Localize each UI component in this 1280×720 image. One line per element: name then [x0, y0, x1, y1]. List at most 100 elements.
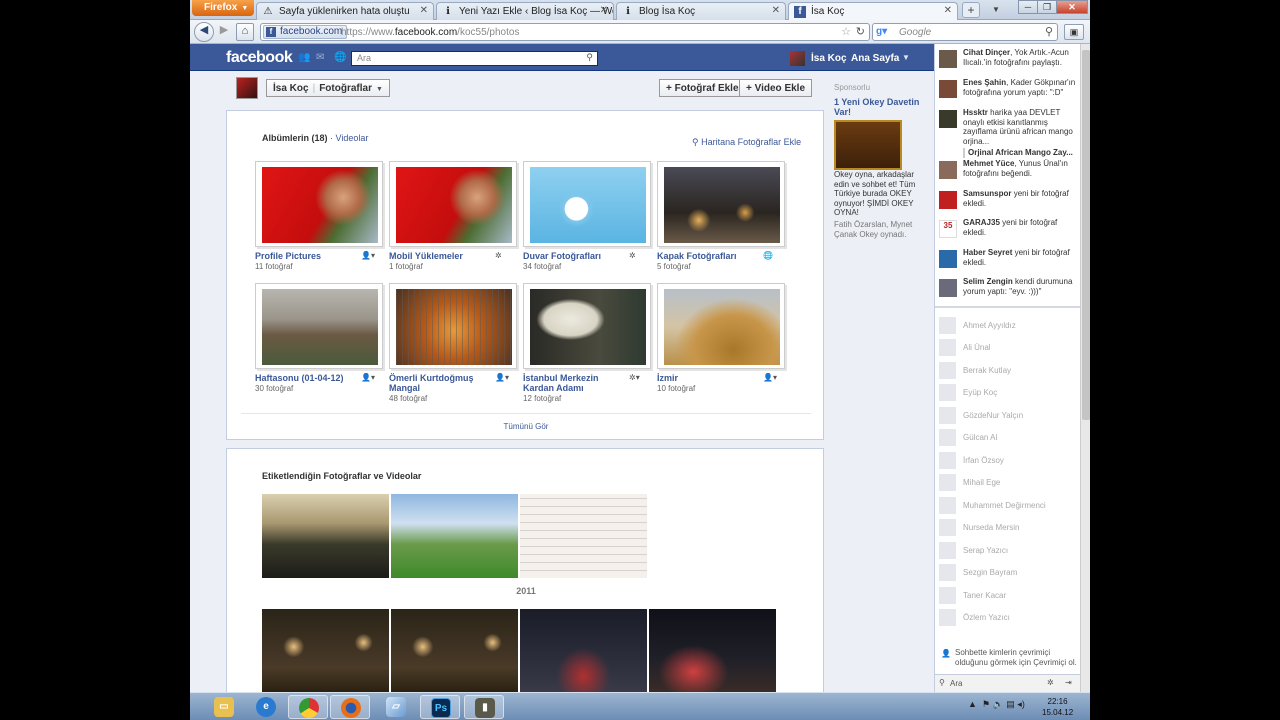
- network-icon[interactable]: ▤: [1006, 699, 1015, 709]
- chat-friend[interactable]: Serap Yazıcı: [935, 541, 1081, 561]
- album-title[interactable]: İzmir: [657, 373, 757, 383]
- section-selector[interactable]: İsa Koç | Fotoğraflar ▼: [266, 79, 390, 97]
- close-icon[interactable]: ✕: [772, 5, 780, 16]
- ticker-item[interactable]: Mehmet Yüce, Yunus Ünal'ın fotoğrafını b…: [935, 159, 1081, 179]
- ie-taskbar-button[interactable]: e: [246, 695, 286, 719]
- reload-icon[interactable]: ↻: [856, 25, 865, 38]
- ticker-item[interactable]: Samsunspor yeni bir fotoğraf ekledi.: [935, 189, 1081, 209]
- friend-requests-icon[interactable]: 👥: [298, 53, 310, 63]
- album-title[interactable]: İstanbul Merkezin Kardan Adamı: [523, 373, 623, 393]
- album-izmir[interactable]: İzmir 10 fotoğraf 👤▾: [657, 283, 785, 407]
- add-video-button[interactable]: + Video Ekle: [739, 79, 813, 97]
- map-photos-link[interactable]: ⚲ Haritana Fotoğraflar Ekle: [692, 137, 801, 148]
- new-tab-button[interactable]: +: [962, 2, 980, 18]
- gear-icon[interactable]: ✲▾: [629, 373, 640, 382]
- url-text[interactable]: https://www.facebook.com/koc55/photos: [341, 27, 519, 38]
- messages-icon[interactable]: ✉: [316, 53, 327, 63]
- addon-button[interactable]: ▣: [1064, 24, 1084, 40]
- ad-image[interactable]: [834, 120, 902, 170]
- app-taskbar-button[interactable]: ▱: [376, 695, 416, 719]
- album-cover[interactable]: [389, 161, 517, 247]
- friends-icon[interactable]: 👤▾: [495, 373, 509, 382]
- ad-title[interactable]: 1 Yeni Okey Davetin Var!: [834, 97, 924, 117]
- facebook-search-input[interactable]: Ara ⚲: [351, 51, 598, 66]
- ticker-item[interactable]: Cihat Dinçer, Yok Artık.-Acun Ilıcalı.'i…: [935, 48, 1081, 68]
- url-bar[interactable]: f facebook.com https://www.facebook.com/k…: [260, 23, 870, 41]
- album-snowman[interactable]: İstanbul Merkezin Kardan Adamı 12 fotoğr…: [523, 283, 651, 407]
- popout-icon[interactable]: ⇥: [1065, 678, 1072, 687]
- album-title[interactable]: Mobil Yüklemeler: [389, 251, 489, 261]
- volume-icon[interactable]: 🔈: [993, 699, 1004, 709]
- google-icon[interactable]: g▾: [876, 26, 890, 38]
- chat-friend[interactable]: Nurseda Mersin: [935, 518, 1081, 538]
- explorer-taskbar-button[interactable]: ▭: [204, 695, 244, 719]
- account-menu-icon[interactable]: ▼: [902, 53, 910, 62]
- chrome-taskbar-button[interactable]: [288, 695, 328, 719]
- tagged-photo[interactable]: [262, 609, 389, 692]
- ticker-item[interactable]: Selim Zengin kendi durumuna yorum yaptı:…: [935, 277, 1081, 297]
- album-cover[interactable]: [255, 161, 383, 247]
- album-cover[interactable]: [657, 161, 785, 247]
- videos-link[interactable]: · Videolar: [330, 133, 368, 143]
- chat-friend[interactable]: Mihail Ege: [935, 473, 1081, 493]
- facebook-logo[interactable]: facebook: [226, 49, 293, 67]
- album-weekend[interactable]: Haftasonu (01-04-12) 30 fotoğraf 👤▾: [255, 283, 383, 407]
- chat-friend[interactable]: Eyüp Koç: [935, 383, 1081, 403]
- add-photo-button[interactable]: + Fotoğraf Ekle: [659, 79, 746, 97]
- avatar[interactable]: [236, 77, 258, 99]
- speaker-icon[interactable]: ◂): [1017, 699, 1025, 709]
- search-icon[interactable]: ⚲: [586, 52, 593, 63]
- tab-list-button[interactable]: ▼: [990, 2, 1002, 18]
- album-cover[interactable]: [657, 283, 785, 369]
- chat-friend[interactable]: İrfan Özsoy: [935, 451, 1081, 471]
- ticker-attachment[interactable]: Orjinal African Mango Zay...: [963, 148, 1081, 158]
- home-button[interactable]: ⌂: [236, 23, 254, 41]
- forward-button[interactable]: ▶: [215, 23, 233, 41]
- chat-search-input[interactable]: Ara: [950, 679, 962, 688]
- tagged-photo[interactable]: [262, 494, 389, 578]
- tab-error[interactable]: ⚠ Sayfa yüklenirken hata oluştu ✕: [256, 2, 434, 20]
- gear-icon[interactable]: ✲: [495, 251, 502, 260]
- album-title[interactable]: Kapak Fotoğrafları: [657, 251, 757, 261]
- system-tray[interactable]: ▲ ⚑ 🔈 ▤ ◂): [968, 699, 1025, 710]
- ticker-item[interactable]: Enes Şahin, Kader Gökpınar'ın fotoğrafın…: [935, 78, 1081, 98]
- tab-blog[interactable]: ℹ Blog İsa Koç ✕: [616, 2, 786, 20]
- chat-friend[interactable]: Muhammet Değirmenci: [935, 496, 1081, 516]
- minimize-button[interactable]: ─: [1018, 0, 1038, 14]
- search-input[interactable]: g▾ Google ⚲: [872, 23, 1058, 41]
- camera-taskbar-button[interactable]: ▮: [464, 695, 504, 719]
- album-cover[interactable]: [255, 283, 383, 369]
- ticker-item[interactable]: 35 GARAJ35 yeni bir fotoğraf ekledi.: [935, 218, 1081, 238]
- star-icon[interactable]: ☆: [841, 25, 851, 38]
- album-cover[interactable]: [389, 283, 517, 369]
- firefox-menu-button[interactable]: Firefox ▼: [192, 0, 254, 16]
- maximize-button[interactable]: ❐: [1037, 0, 1057, 14]
- flag-icon[interactable]: ⚑: [982, 699, 990, 709]
- album-mobile-uploads[interactable]: Mobil Yüklemeler 1 fotoğraf ✲: [389, 161, 517, 285]
- chat-friend[interactable]: Ahmet Ayyıldız: [935, 316, 1081, 336]
- chat-friend[interactable]: Berrak Kutlay: [935, 361, 1081, 381]
- chat-friend[interactable]: Taner Kacar: [935, 586, 1081, 606]
- tab-wordpress[interactable]: ℹ Yeni Yazı Ekle ‹ Blog İsa Koç — Word..…: [436, 2, 614, 20]
- album-profile-pictures[interactable]: Profile Pictures 11 fotoğraf 👤▾: [255, 161, 383, 285]
- friends-icon[interactable]: 👤▾: [361, 373, 375, 382]
- chat-friend[interactable]: Gülcan Al: [935, 428, 1081, 448]
- friends-icon[interactable]: 👤▾: [763, 373, 777, 382]
- chat-friend[interactable]: Sezgin Bayram: [935, 563, 1081, 583]
- chat-friend[interactable]: Özlem Yazıcı: [935, 608, 1081, 628]
- album-cover[interactable]: [523, 283, 651, 369]
- tab-facebook[interactable]: f İsa Koç ✕: [788, 2, 958, 20]
- chat-online-note[interactable]: 👤 Sohbette kimlerin çevrimiçi olduğunu gö…: [935, 648, 1081, 667]
- search-icon[interactable]: ⚲: [1045, 25, 1053, 38]
- scroll-thumb[interactable]: [1082, 50, 1090, 420]
- ticker-item[interactable]: Haber Seyret yeni bir fotoğraf ekledi.: [935, 248, 1081, 268]
- album-title[interactable]: Ömerli Kurtdoğmuş Mangal: [389, 373, 489, 393]
- tray-arrow-icon[interactable]: ▲: [968, 699, 977, 709]
- back-button[interactable]: ◀: [194, 22, 214, 42]
- album-wall-photos[interactable]: Duvar Fotoğrafları 34 fotoğraf ✲: [523, 161, 651, 285]
- page-scrollbar[interactable]: [1080, 44, 1090, 692]
- site-identity[interactable]: f facebook.com: [263, 25, 348, 39]
- tagged-photo[interactable]: [391, 609, 518, 692]
- album-cover-photos[interactable]: Kapak Fotoğrafları 5 fotoğraf 🌐: [657, 161, 785, 285]
- tagged-photo[interactable]: [520, 494, 647, 578]
